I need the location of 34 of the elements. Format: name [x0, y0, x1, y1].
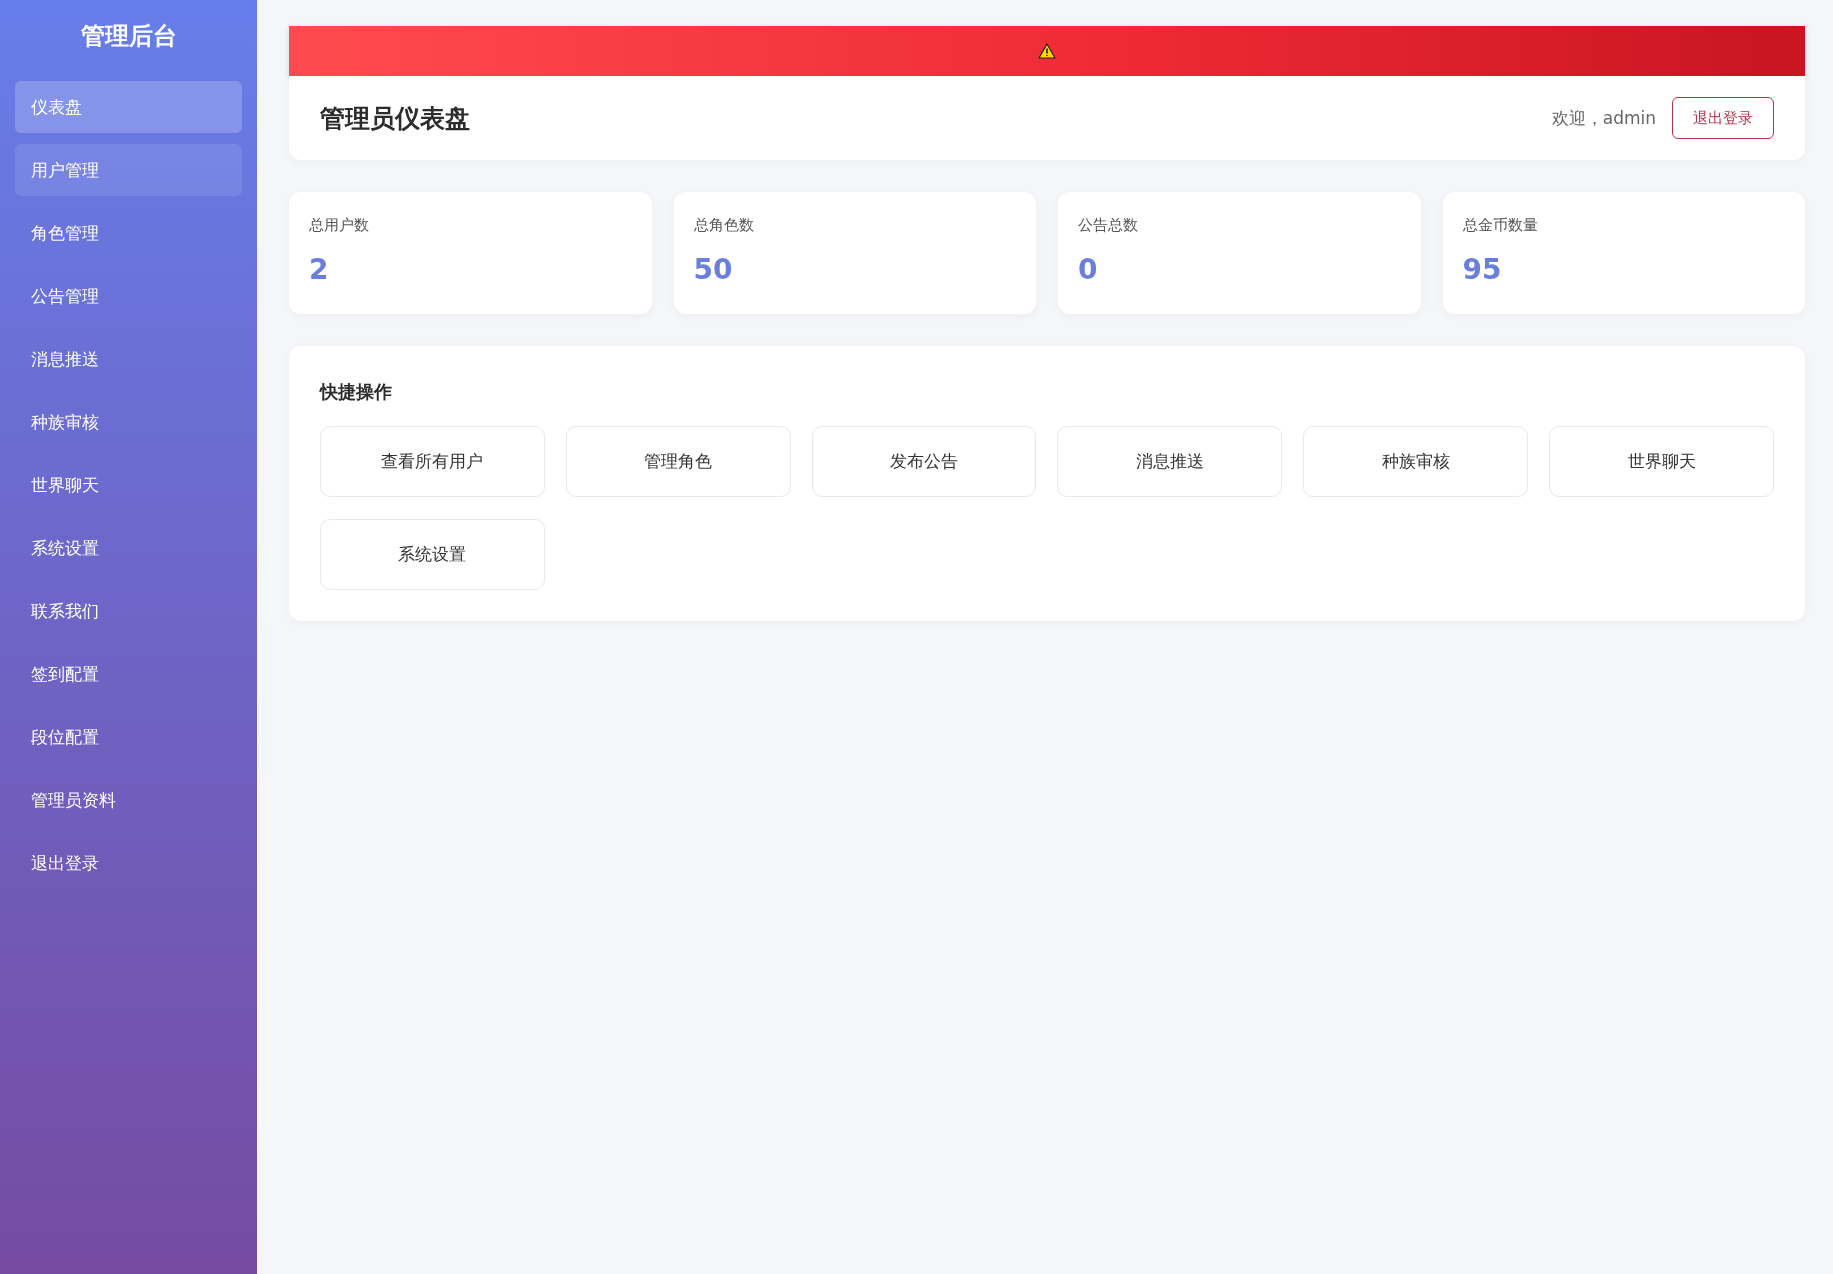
quick-action-button[interactable]: 查看所有用户 — [320, 426, 545, 497]
quick-action-button[interactable]: 管理角色 — [565, 426, 791, 497]
sidebar-item[interactable]: 世界聊天 — [15, 459, 242, 511]
stat-value: 50 — [693, 253, 733, 286]
stat-label: 公告总数 — [1078, 216, 1138, 235]
quick-action-button[interactable]: 消息推送 — [1057, 426, 1283, 497]
sidebar-item[interactable]: 仪表盘 — [15, 81, 242, 133]
page-title: 管理员仪表盘 — [320, 102, 471, 135]
sidebar-item[interactable]: 系统设置 — [15, 522, 242, 574]
sidebar-item[interactable]: 联系我们 — [15, 585, 242, 637]
sidebar-item[interactable]: 用户管理 — [15, 144, 242, 196]
sidebar-item[interactable]: 管理员资料 — [15, 774, 242, 826]
warning-icon — [1038, 43, 1056, 59]
sidebar-item[interactable]: 角色管理 — [15, 207, 242, 259]
quick-action-button[interactable]: 发布公告 — [811, 426, 1037, 497]
sidebar-item[interactable]: 消息推送 — [15, 333, 242, 385]
sidebar-item[interactable]: 退出登录 — [15, 837, 242, 889]
sidebar-item[interactable]: 段位配置 — [15, 711, 242, 763]
logout-button[interactable]: 退出登录 — [1672, 97, 1774, 139]
welcome-text: 欢迎，admin — [1551, 106, 1656, 130]
stat-label: 总金币数量 — [1462, 216, 1538, 235]
sidebar-title: 管理后台 — [80, 21, 177, 52]
quick-action-button[interactable]: 系统设置 — [320, 519, 545, 590]
stat-value: 95 — [1462, 253, 1502, 286]
stat-value: 0 — [1078, 253, 1098, 286]
quick-action-button[interactable]: 世界聊天 — [1549, 426, 1774, 497]
sidebar-item[interactable]: 公告管理 — [15, 270, 242, 322]
quick-action-button[interactable]: 种族审核 — [1303, 426, 1529, 497]
stat-label: 总用户数 — [309, 216, 369, 235]
stat-value: 2 — [309, 253, 329, 286]
stat-label: 总角色数 — [693, 216, 754, 235]
sidebar-item[interactable]: 种族审核 — [15, 396, 242, 448]
sidebar-item[interactable]: 签到配置 — [15, 648, 242, 700]
section-title: 快捷操作 — [320, 380, 392, 404]
